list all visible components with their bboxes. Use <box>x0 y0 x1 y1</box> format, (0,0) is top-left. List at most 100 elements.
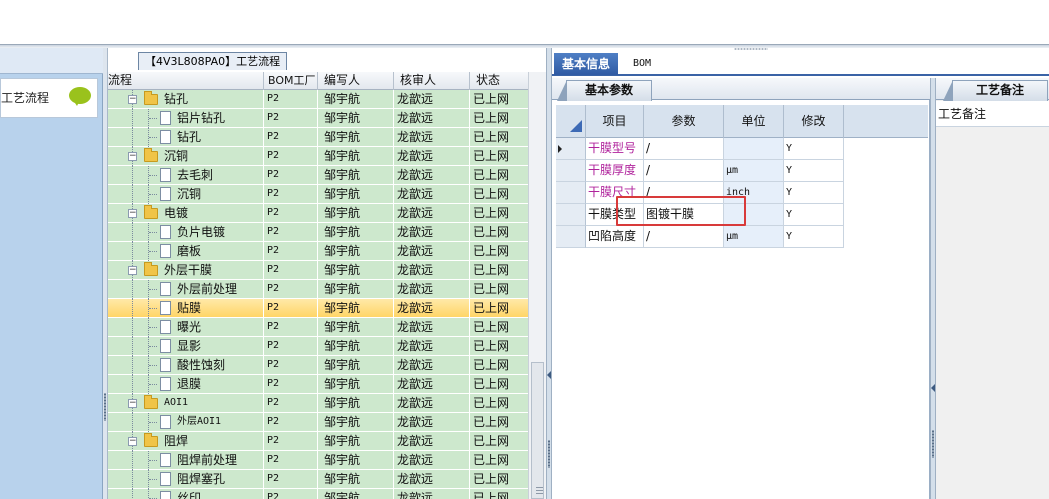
param-modify-cell[interactable]: Y <box>784 182 844 204</box>
process-name: 阻焊 <box>164 432 264 451</box>
tree-row[interactable]: 磨板 P2 邹宇航 龙歆远 已上网 <box>108 242 528 261</box>
collapse-toggle-icon[interactable]: − <box>128 266 137 275</box>
param-row[interactable]: 干膜厚度 / μm Y <box>556 160 928 182</box>
row-header[interactable] <box>556 204 586 226</box>
detail-tabs-bar: 基本信息 BOM <box>552 48 1049 76</box>
tree-row[interactable]: 负片电镀 P2 邹宇航 龙歆远 已上网 <box>108 223 528 242</box>
param-modify-cell[interactable]: Y <box>784 160 844 182</box>
col-header-item[interactable]: 项目 <box>586 105 644 138</box>
tree-row[interactable]: 去毛刺 P2 邹宇航 龙歆远 已上网 <box>108 166 528 185</box>
col-header-unit[interactable]: 单位 <box>724 105 784 138</box>
collapse-toggle-icon[interactable]: − <box>128 399 137 408</box>
scrollbar-thumb[interactable] <box>531 362 544 499</box>
document-icon <box>160 244 171 258</box>
tree-grid-header: 流程 BOM工厂 编写人 核审人 状态 <box>108 72 528 90</box>
param-modify-cell[interactable]: Y <box>784 204 844 226</box>
bom-factory: P2 <box>264 223 318 242</box>
tree-title-tab[interactable]: 【4V3L808PA0】工艺流程 <box>138 52 288 70</box>
param-unit-cell[interactable]: μm <box>724 160 784 182</box>
tree-row[interactable]: 铝片钻孔 P2 邹宇航 龙歆远 已上网 <box>108 109 528 128</box>
subtab-basic-params[interactable]: 基本参数 <box>557 80 652 101</box>
tree-row[interactable]: 贴膜 P2 邹宇航 龙歆远 已上网 <box>108 299 528 318</box>
tree-row[interactable]: − 钻孔 P2 邹宇航 龙歆远 已上网 <box>108 90 528 109</box>
status: 已上网 <box>473 339 510 353</box>
row-header[interactable] <box>556 226 586 248</box>
bom-factory: P2 <box>264 128 318 147</box>
collapse-toggle-icon[interactable]: − <box>128 152 137 161</box>
process-name: 电镀 <box>164 204 264 223</box>
param-row[interactable]: 干膜型号 / Y <box>556 138 928 160</box>
param-value-cell[interactable]: / <box>644 138 724 160</box>
writer: 邹宇航 <box>318 147 394 166</box>
param-unit-cell[interactable] <box>724 138 784 160</box>
param-value-cell[interactable]: / <box>644 226 724 248</box>
bom-factory: P2 <box>264 451 318 470</box>
tree-guide-line <box>132 318 133 337</box>
col-header-param[interactable]: 参数 <box>644 105 724 138</box>
tree-guide-line <box>132 470 133 489</box>
process-name: 阻焊塞孔 <box>177 470 264 489</box>
tree-row[interactable]: − 电镀 P2 邹宇航 龙歆远 已上网 <box>108 204 528 223</box>
tree-row[interactable]: − 外层干膜 P2 邹宇航 龙歆远 已上网 <box>108 261 528 280</box>
collapse-left-arrow-icon[interactable] <box>931 384 935 392</box>
status: 已上网 <box>473 453 510 467</box>
tab-bom[interactable]: BOM <box>622 53 662 75</box>
tree-row[interactable]: 阻焊前处理 P2 邹宇航 龙歆远 已上网 <box>108 451 528 470</box>
tree-row[interactable]: 显影 P2 邹宇航 龙歆远 已上网 <box>108 337 528 356</box>
tab-process-notes[interactable]: 工艺备注 <box>943 80 1048 101</box>
collapse-left-arrow-icon[interactable] <box>547 371 551 379</box>
col-header-process[interactable]: 流程 <box>108 72 264 90</box>
tree-guide-line <box>132 185 133 204</box>
row-header[interactable] <box>556 182 586 204</box>
tree-row[interactable]: 阻焊塞孔 P2 邹宇航 龙歆远 已上网 <box>108 470 528 489</box>
col-header-bom-factory[interactable]: BOM工厂 <box>264 72 318 90</box>
col-header-reviewer[interactable]: 核审人 <box>394 72 470 90</box>
col-header-modify[interactable]: 修改 <box>784 105 844 138</box>
param-value-cell[interactable]: / <box>644 160 724 182</box>
reviewer: 龙歆远 <box>394 261 470 280</box>
reviewer: 龙歆远 <box>394 90 470 109</box>
col-header-status[interactable]: 状态 <box>470 72 528 90</box>
reviewer: 龙歆远 <box>394 166 470 185</box>
tree-row[interactable]: 外层前处理 P2 邹宇航 龙歆远 已上网 <box>108 280 528 299</box>
param-unit-cell[interactable]: μm <box>724 226 784 248</box>
tree-row[interactable]: − 沉铜 P2 邹宇航 龙歆远 已上网 <box>108 147 528 166</box>
param-modify-cell[interactable]: Y <box>784 226 844 248</box>
tree-row[interactable]: 酸性蚀刻 P2 邹宇航 龙歆远 已上网 <box>108 356 528 375</box>
tree-row[interactable]: 钻孔 P2 邹宇航 龙歆远 已上网 <box>108 128 528 147</box>
collapse-toggle-icon[interactable]: − <box>128 209 137 218</box>
grid-corner[interactable] <box>556 105 586 138</box>
param-row[interactable]: 凹陷高度 / μm Y <box>556 226 928 248</box>
tree-vertical-scrollbar[interactable] <box>528 72 546 499</box>
tree-row[interactable]: 丝印 P2 邹宇航 龙歆远 已上网 <box>108 489 528 499</box>
tree-row[interactable]: − 阻焊 P2 邹宇航 龙歆远 已上网 <box>108 432 528 451</box>
reviewer: 龙歆远 <box>394 242 470 261</box>
tree-row[interactable]: 曝光 P2 邹宇航 龙歆远 已上网 <box>108 318 528 337</box>
document-icon <box>160 301 171 315</box>
writer: 邹宇航 <box>318 451 394 470</box>
process-notes-panel: 工艺备注 工艺备注 <box>936 78 1049 499</box>
select-all-corner-icon <box>570 120 582 132</box>
reviewer: 龙歆远 <box>394 394 470 413</box>
tree-row[interactable]: 沉铜 P2 邹宇航 龙歆远 已上网 <box>108 185 528 204</box>
status: 已上网 <box>473 92 510 106</box>
document-icon <box>160 491 171 499</box>
row-header[interactable] <box>556 138 586 160</box>
collapse-toggle-icon[interactable]: − <box>128 95 137 104</box>
tree-row[interactable]: 退膜 P2 邹宇航 龙歆远 已上网 <box>108 375 528 394</box>
splitter-grip-icon <box>932 430 934 458</box>
tree-row[interactable]: − AOI1 P2 邹宇航 龙歆远 已上网 <box>108 394 528 413</box>
process-name: 外层前处理 <box>177 280 264 299</box>
document-icon <box>160 472 171 486</box>
row-header[interactable] <box>556 160 586 182</box>
col-header-writer[interactable]: 编写人 <box>318 72 394 90</box>
document-icon <box>160 187 171 201</box>
nav-item-process-flow[interactable]: 工艺流程 <box>0 78 98 118</box>
tree-row[interactable]: 外层AOI1 P2 邹宇航 龙歆远 已上网 <box>108 413 528 432</box>
tab-basic-info[interactable]: 基本信息 <box>554 53 618 75</box>
param-modify-cell[interactable]: Y <box>784 138 844 160</box>
tree-guide-line <box>149 232 157 233</box>
splitter-grip-icon <box>548 440 550 468</box>
collapse-toggle-icon[interactable]: − <box>128 437 137 446</box>
status: 已上网 <box>473 472 510 486</box>
